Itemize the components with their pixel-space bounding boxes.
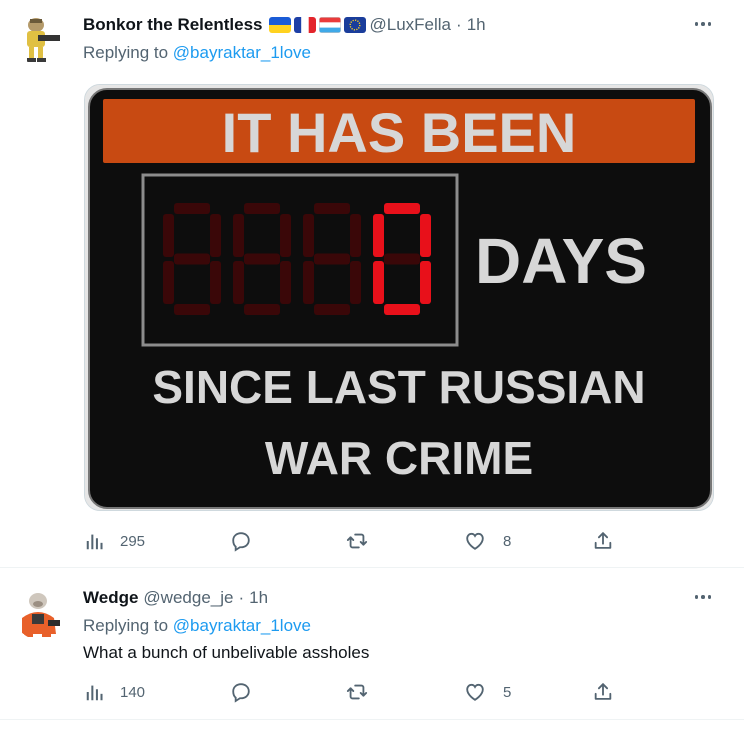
- separator-dot: ·: [456, 15, 462, 34]
- like-button[interactable]: 5: [464, 680, 511, 704]
- led-segment: [384, 253, 420, 265]
- replying-prefix: Replying to: [83, 616, 173, 635]
- share-button[interactable]: [592, 680, 614, 704]
- author-name[interactable]: Bonkor the Relentless: [83, 15, 263, 35]
- led-segment: [373, 261, 384, 304]
- led-segment: [384, 304, 420, 315]
- led-segment: [244, 304, 280, 315]
- avatar[interactable]: [14, 588, 66, 640]
- retweet-icon: [346, 533, 368, 549]
- led-segment: [280, 214, 291, 257]
- retweet-button[interactable]: [346, 529, 382, 553]
- reply-mention-link[interactable]: @bayraktar_1love: [173, 616, 311, 635]
- led-segment: [210, 214, 221, 257]
- led-segment: [174, 304, 210, 315]
- share-button[interactable]: [592, 529, 614, 553]
- reply-button[interactable]: [230, 680, 266, 704]
- views-icon: [86, 534, 103, 550]
- led-segment: [244, 203, 280, 214]
- replying-prefix: Replying to: [83, 43, 173, 62]
- luxembourg-flag-icon: [318, 17, 341, 33]
- tweet-media-image[interactable]: IT HAS BEEN DAYS SINCE LAST RUSSIAN WAR …: [84, 84, 714, 511]
- replying-to: Replying to @bayraktar_1love: [83, 616, 311, 636]
- tweet-header: Wedge @wedge_je · 1h: [83, 586, 268, 610]
- like-button[interactable]: 8: [464, 529, 511, 553]
- author-name[interactable]: Wedge: [83, 588, 138, 608]
- led-segment: [303, 214, 314, 257]
- tweet-text: What a bunch of unbelivable assholes: [83, 643, 370, 662]
- retweet-icon: [346, 684, 368, 700]
- reply-button[interactable]: [230, 529, 266, 553]
- france-flag-icon: [293, 17, 316, 33]
- led-segment: [163, 261, 174, 304]
- tweet-time[interactable]: 1h: [467, 15, 486, 35]
- heart-icon: [466, 532, 484, 550]
- led-segment: [314, 203, 350, 214]
- led-segment: [420, 214, 431, 257]
- replying-to: Replying to @bayraktar_1love: [83, 43, 311, 63]
- led-segment: [350, 214, 361, 257]
- more-options-icon[interactable]: [688, 587, 718, 607]
- separator-dot: ·: [238, 588, 245, 607]
- led-segment: [244, 253, 280, 265]
- author-handle[interactable]: @LuxFella: [370, 15, 452, 35]
- eu-flag-icon: [343, 17, 366, 33]
- like-count: 5: [503, 683, 512, 701]
- sign-days-text: DAYS: [475, 225, 647, 297]
- led-segment: [303, 261, 314, 304]
- share-icon: [594, 683, 612, 700]
- led-segment: [314, 253, 350, 265]
- ukraine-flag-icon: [268, 17, 291, 33]
- led-segment: [384, 203, 420, 214]
- views-icon: [86, 685, 103, 701]
- led-segment: [373, 214, 384, 257]
- sign-header-text: IT HAS BEEN: [222, 101, 577, 164]
- views-button[interactable]: 140: [84, 680, 145, 704]
- author-handle[interactable]: @wedge_je: [143, 588, 233, 608]
- tweet-header: Bonkor the Relentless @LuxFella · 1h: [83, 13, 486, 37]
- share-icon: [594, 532, 612, 549]
- reply-mention-link[interactable]: @bayraktar_1love: [173, 43, 311, 62]
- led-segment: [174, 253, 210, 265]
- views-count: 295: [120, 532, 146, 550]
- led-segment: [280, 261, 291, 304]
- avatar[interactable]: [14, 13, 66, 65]
- reply-icon: [232, 683, 250, 703]
- tweet[interactable]: Wedge @wedge_je · 1h Replying to @bayrak…: [0, 569, 744, 720]
- led-segment: [163, 214, 174, 257]
- led-segment: [233, 261, 244, 304]
- reply-icon: [232, 532, 250, 552]
- tweet-time[interactable]: 1h: [249, 588, 268, 608]
- led-segment: [233, 214, 244, 257]
- sign-line-1: SINCE LAST RUSSIAN: [152, 361, 645, 413]
- tweet[interactable]: Bonkor the Relentless @LuxFella · 1h Rep…: [0, 0, 744, 568]
- sign-line-2: WAR CRIME: [265, 432, 533, 484]
- tweet-actions: 295 8: [84, 529, 724, 553]
- retweet-button[interactable]: [346, 680, 382, 704]
- led-segment: [314, 304, 350, 315]
- led-segment: [350, 261, 361, 304]
- views-count: 140: [120, 683, 146, 701]
- tweet-actions: 140 5: [84, 680, 724, 704]
- more-options-icon[interactable]: [688, 14, 718, 34]
- views-button[interactable]: 295: [84, 529, 145, 553]
- heart-icon: [466, 683, 484, 701]
- led-segment: [174, 203, 210, 214]
- flag-emojis: [268, 17, 366, 33]
- led-segment: [210, 261, 221, 304]
- like-count: 8: [503, 532, 512, 550]
- led-segment: [420, 261, 431, 304]
